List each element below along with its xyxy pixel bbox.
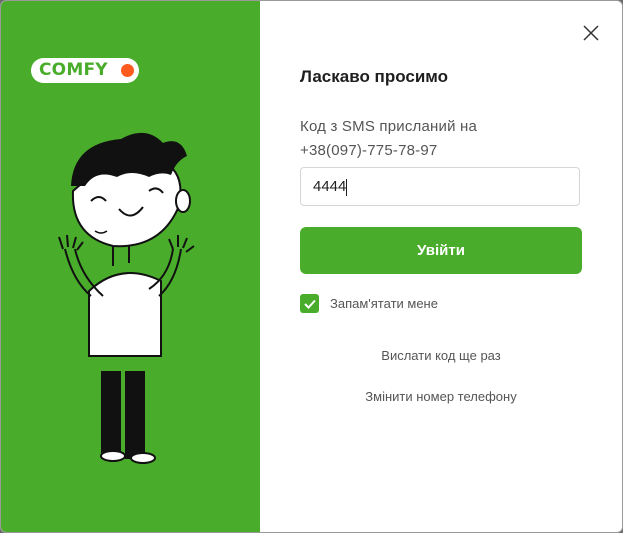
text-caret [346, 178, 348, 196]
login-button[interactable]: Увійти [300, 227, 582, 274]
sms-code-input[interactable]: 4444 [300, 167, 580, 206]
sms-code-value: 4444 [313, 178, 347, 195]
resend-code-link[interactable]: Вислати код ще раз [300, 348, 582, 363]
check-icon [303, 299, 316, 309]
change-phone-link[interactable]: Змінити номер телефону [300, 389, 582, 404]
remember-me-row: Запам'ятати мене [300, 294, 438, 313]
logo-dot [121, 64, 134, 77]
close-button[interactable] [577, 19, 605, 47]
comfy-logo: COMFY [31, 58, 139, 83]
promo-panel: COMFY [1, 1, 260, 532]
close-icon [583, 25, 599, 41]
logo-text: COMFY [39, 60, 108, 80]
page-title: Ласкаво просимо [300, 67, 449, 86]
remember-me-checkbox[interactable] [300, 294, 319, 313]
waving-boy-illustration [58, 132, 195, 464]
phone-number: +38(097)-775-78-97 [300, 142, 438, 159]
login-modal: COMFY Ласкаво просимо Код з SMS прислани… [0, 0, 623, 533]
sms-label-text: Код з SMS присланий на [300, 118, 478, 135]
sms-code-label: Код з SMS присланий на +38(097)-775-78-9… [300, 115, 477, 163]
remember-me-label: Запам'ятати мене [330, 296, 438, 311]
